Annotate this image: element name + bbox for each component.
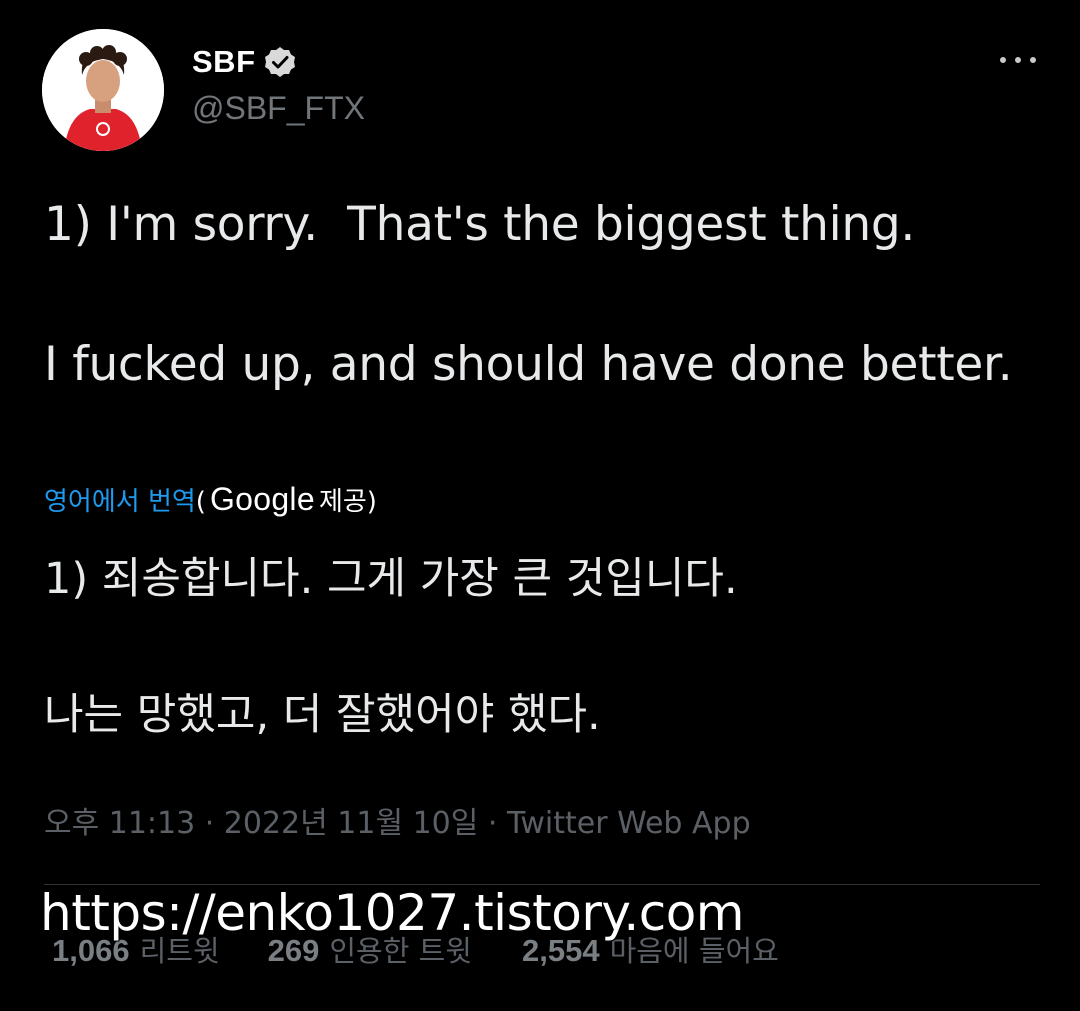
tweet-metadata: 오후 11:13 · 2022년 11월 10일 · Twitter Web A… bbox=[44, 798, 751, 842]
more-dot bbox=[1015, 57, 1021, 63]
more-dot bbox=[1000, 57, 1006, 63]
tweet-text: 1) I'm sorry. That's the biggest thing. … bbox=[44, 197, 1013, 392]
translate-link[interactable]: 영어에서 번역 bbox=[44, 481, 196, 518]
tweet-timestamp[interactable]: 오후 11:13 · 2022년 11월 10일 · bbox=[44, 806, 507, 841]
translated-text: 1) 죄송합니다. 그게 가장 큰 것입니다. 나는 망했고, 더 잘했어야 했… bbox=[44, 554, 738, 740]
tweet-card: SBF @SBF_FTX 1) I'm sorry. That's the bi… bbox=[0, 0, 1080, 1011]
verified-badge-icon bbox=[264, 46, 296, 78]
avatar[interactable] bbox=[42, 29, 164, 151]
translation-attribution: 영어에서 번역 ( Google 제공) bbox=[44, 481, 377, 525]
source-app-link[interactable]: Twitter Web App bbox=[507, 806, 751, 841]
more-dot bbox=[1030, 57, 1036, 63]
translate-provider-suffix: 제공) bbox=[318, 487, 377, 517]
watermark-url: https://enko1027.tistory.com bbox=[40, 884, 745, 942]
more-options-icon[interactable] bbox=[1000, 50, 1036, 70]
user-handle[interactable]: @SBF_FTX bbox=[192, 90, 365, 127]
translate-provider-open: ( bbox=[195, 487, 206, 517]
display-name-row: SBF bbox=[192, 40, 296, 84]
translate-provider-name: Google bbox=[209, 481, 315, 517]
display-name[interactable]: SBF bbox=[192, 44, 256, 80]
profile-photo-icon bbox=[42, 29, 164, 151]
